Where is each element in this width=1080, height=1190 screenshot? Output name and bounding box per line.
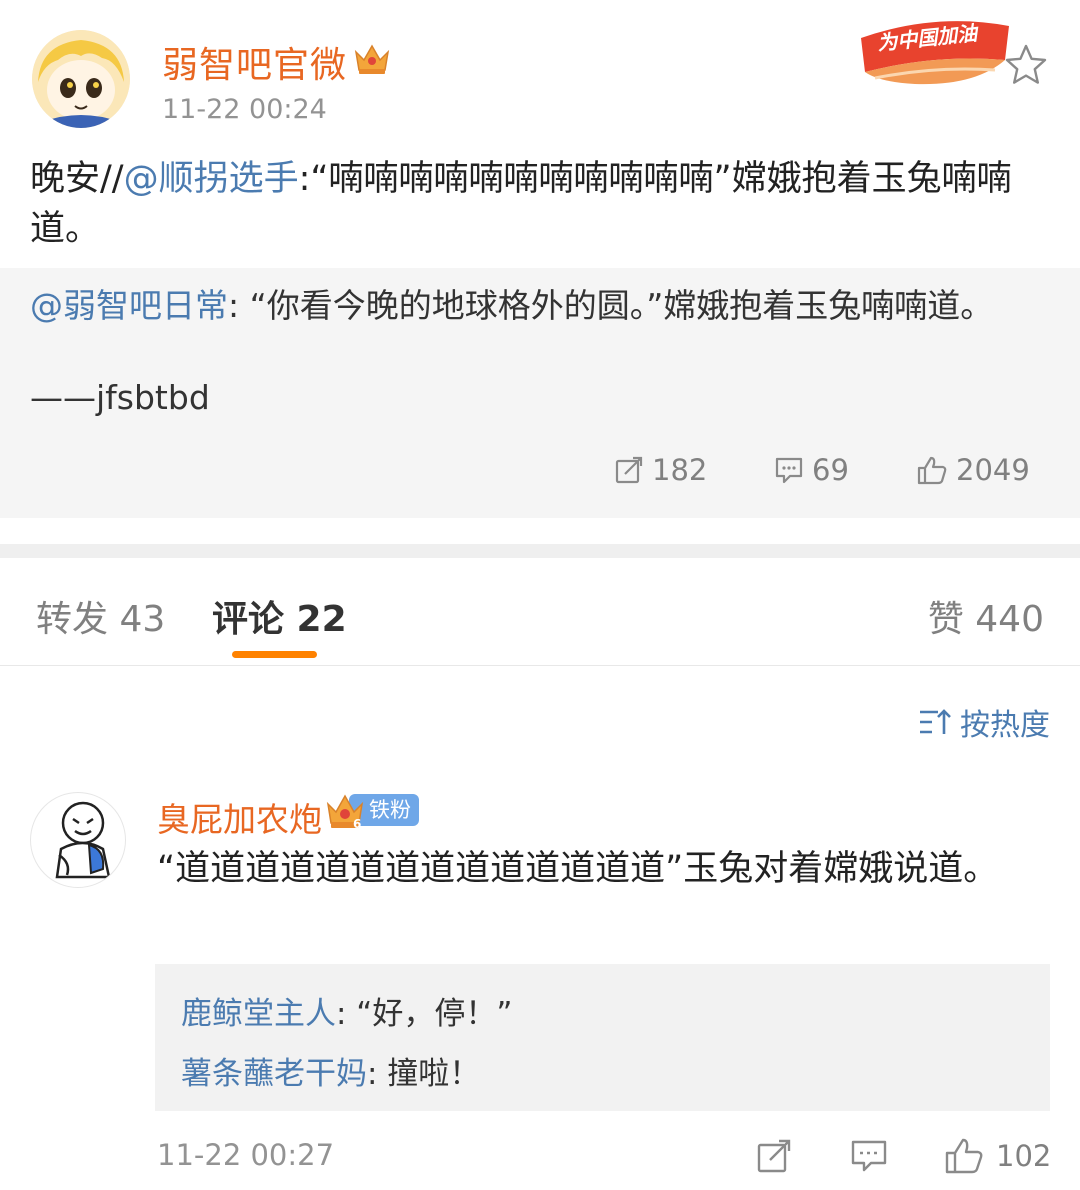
post-time: 11-22 00:24 bbox=[162, 94, 327, 125]
crown-icon bbox=[352, 40, 392, 76]
event-badge[interactable]: 为中国加油 bbox=[855, 8, 1015, 86]
reply-item: 薯条蘸老干妈: 撞啦！ bbox=[181, 1048, 480, 1093]
repost-share-button[interactable]: 182 bbox=[614, 450, 707, 490]
post-header: 弱智吧官微 11-22 00:24 为中国加油 bbox=[0, 0, 1080, 140]
comment-author[interactable]: 臭屁加农炮 bbox=[157, 793, 322, 841]
comment-share-button[interactable] bbox=[756, 1134, 804, 1178]
comment-like-count: 102 bbox=[996, 1139, 1052, 1173]
repost-comment-button[interactable]: 69 bbox=[774, 450, 849, 490]
comment-text: “道道道道道道道道道道道道道道”玉兔对着嫦娥说道。 bbox=[157, 849, 999, 889]
reply-user[interactable]: 薯条蘸老干妈 bbox=[181, 1056, 367, 1092]
svg-text:6: 6 bbox=[353, 817, 361, 830]
sort-label: 按热度 bbox=[960, 708, 1050, 743]
repost-body: : “你看今晚的地球格外的圆。”嫦娥抱着玉兔喃喃道。 bbox=[228, 286, 994, 325]
repost-box[interactable]: @弱智吧日常: “你看今晚的地球格外的圆。”嫦娥抱着玉兔喃喃道。 ——jfsbt… bbox=[0, 268, 1080, 518]
share-icon bbox=[757, 1139, 791, 1173]
comment-icon bbox=[851, 1140, 887, 1172]
repost-text: @弱智吧日常: “你看今晚的地球格外的圆。”嫦娥抱着玉兔喃喃道。 bbox=[30, 284, 1060, 328]
tab-reposts[interactable]: 转发 43 bbox=[36, 590, 165, 642]
comment-avatar[interactable] bbox=[30, 792, 126, 888]
reply-box[interactable]: 鹿鲸堂主人: “好，停！” 薯条蘸老干妈: 撞啦！ bbox=[155, 964, 1050, 1111]
repost-comment-count: 69 bbox=[812, 453, 849, 487]
mention-link[interactable]: @顺拐选手 bbox=[124, 159, 299, 199]
post-text: 晚安//@顺拐选手:“喃喃喃喃喃喃喃喃喃喃喃”嫦娥抱着玉兔喃喃道。 bbox=[30, 154, 1060, 254]
comment-icon bbox=[775, 457, 803, 484]
thumbs-up-icon bbox=[945, 1138, 983, 1174]
tab-bar: 转发 43 评论 22 赞 440 bbox=[0, 558, 1080, 666]
repost-like-button[interactable]: 2049 bbox=[916, 450, 1030, 490]
sort-icon bbox=[920, 709, 951, 734]
repost-signature: ——jfsbtbd bbox=[30, 378, 210, 417]
repost-mention-link[interactable]: @弱智吧日常 bbox=[30, 286, 228, 325]
crown-icon: 6 bbox=[326, 794, 364, 830]
star-icon[interactable] bbox=[1003, 42, 1049, 88]
active-tab-indicator bbox=[232, 651, 317, 658]
post-text-prefix: 晚安// bbox=[30, 159, 124, 199]
comment-reply-button[interactable] bbox=[850, 1134, 900, 1178]
comment-time: 11-22 00:27 bbox=[157, 1138, 335, 1172]
tab-likes[interactable]: 赞 440 bbox=[928, 590, 1044, 642]
repost-like-count: 2049 bbox=[956, 453, 1030, 487]
tab-comments[interactable]: 评论 22 bbox=[212, 590, 347, 642]
reply-text: : 撞啦！ bbox=[367, 1056, 481, 1092]
thumbs-up-icon bbox=[917, 456, 947, 485]
fan-badge: 6 铁粉 bbox=[325, 790, 419, 830]
avatar[interactable] bbox=[32, 30, 130, 128]
section-divider bbox=[0, 544, 1080, 558]
comment-like-button[interactable]: 102 bbox=[944, 1134, 1051, 1178]
reply-item: 鹿鲸堂主人: “好，停！” bbox=[181, 988, 512, 1033]
share-icon bbox=[615, 456, 643, 484]
repost-share-count: 182 bbox=[652, 453, 708, 487]
reply-text: : “好，停！” bbox=[336, 996, 513, 1032]
author-name[interactable]: 弱智吧官微 bbox=[162, 36, 347, 88]
sort-button[interactable]: 按热度 bbox=[918, 700, 1050, 744]
reply-user[interactable]: 鹿鲸堂主人 bbox=[181, 996, 336, 1032]
